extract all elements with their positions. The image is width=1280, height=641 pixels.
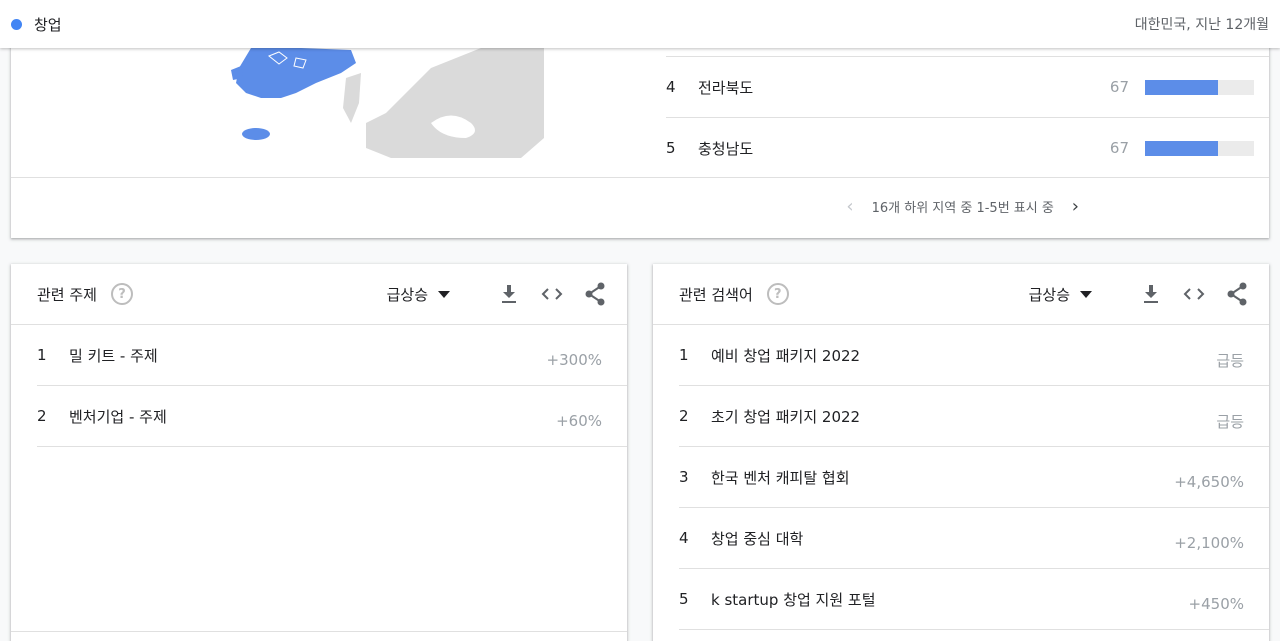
item-label: 한국 벤처 캐피탈 협회: [711, 468, 850, 487]
item-label: 벤처기업 - 주제: [69, 407, 167, 426]
item-metric: +2,100%: [1174, 534, 1244, 552]
panel-tools: 급상승: [1029, 282, 1249, 306]
panel-header: 관련 검색어 ? 급상승: [653, 264, 1269, 325]
pagination: ‹ 16개 하위 지역 중 1-5번 표시 중 ›: [846, 196, 1079, 217]
caret-down-icon[interactable]: [438, 290, 450, 298]
item-rank: 2: [679, 407, 689, 425]
region-rank: 4: [666, 78, 676, 96]
download-icon[interactable]: [497, 282, 521, 306]
share-icon[interactable]: [583, 282, 607, 306]
rising-selector[interactable]: 급상승: [1029, 284, 1070, 305]
pagination-label: 16개 하위 지역 중 1-5번 표시 중: [871, 201, 1054, 216]
region-bar: [1145, 140, 1254, 156]
term-color-dot: [11, 18, 22, 30]
item-label: 창업 중심 대학: [711, 529, 804, 548]
region-map[interactable]: [11, 28, 571, 178]
item-label: 예비 창업 패키지 2022: [711, 346, 861, 365]
divider: [11, 631, 627, 632]
item-metric: +4,650%: [1174, 473, 1244, 491]
panel-title: 관련 검색어: [679, 285, 753, 304]
embed-code-icon[interactable]: [540, 282, 564, 306]
help-icon[interactable]: ?: [766, 283, 789, 305]
list-item[interactable]: 5 k startup 창업 지원 포털 +450%: [679, 569, 1269, 630]
download-icon[interactable]: [1139, 282, 1163, 306]
region-breakdown-card: 4 전라북도 67 5 충청남도 67 ‹ 16개 하위 지역 중 1-5번 표…: [11, 28, 1269, 238]
item-metric: 급등: [1216, 412, 1244, 431]
search-term: 창업: [34, 15, 62, 34]
region-bar-fill: [1145, 79, 1219, 95]
region-rank: 5: [666, 139, 676, 157]
list-item[interactable]: 2 벤처기업 - 주제 +60%: [37, 386, 627, 447]
japan-shape: [366, 38, 544, 158]
list-item[interactable]: 3 한국 벤처 캐피탈 협회 +4,650%: [679, 447, 1269, 508]
list-item[interactable]: 2 초기 창업 패키지 2022 급등: [679, 386, 1269, 447]
divider: [11, 177, 1269, 178]
korea-south-region[interactable]: [236, 48, 356, 98]
region-name: 충청남도: [698, 139, 754, 158]
list-item[interactable]: 1 예비 창업 패키지 2022 급등: [679, 325, 1269, 386]
region-value: 67: [1109, 139, 1129, 157]
item-metric: +300%: [546, 351, 602, 369]
region-bar-fill: [1145, 140, 1219, 156]
item-label: 초기 창업 패키지 2022: [711, 407, 861, 426]
caret-down-icon[interactable]: [1080, 290, 1092, 298]
region-row[interactable]: 4 전라북도 67: [666, 56, 1269, 117]
item-rank: 1: [37, 346, 47, 364]
chevron-right-icon[interactable]: ›: [1072, 196, 1079, 217]
item-rank: 3: [679, 468, 689, 486]
region-bar: [1145, 79, 1254, 95]
item-metric: +60%: [556, 412, 602, 430]
item-label: 밀 키트 - 주제: [69, 346, 158, 365]
item-rank: 4: [679, 529, 689, 547]
panel-header: 관련 주제 ? 급상승: [11, 264, 627, 325]
region-row[interactable]: 5 충청남도 67: [666, 117, 1269, 178]
region-time-label[interactable]: 대한민국, 지난 12개월: [1135, 14, 1269, 34]
item-label: k startup 창업 지원 포털: [711, 590, 876, 609]
embed-code-icon[interactable]: [1182, 282, 1206, 306]
related-topics-card: 관련 주제 ? 급상승 1 밀 키트 - 주제 +300% 2 벤처기업 - 주…: [11, 264, 627, 641]
item-metric: +450%: [1188, 595, 1244, 613]
header-bar: 창업 대한민국, 지난 12개월: [0, 0, 1280, 48]
share-icon[interactable]: [1225, 282, 1249, 306]
item-rank: 5: [679, 590, 689, 608]
chevron-left-icon[interactable]: ‹: [846, 196, 853, 217]
help-icon[interactable]: ?: [110, 283, 133, 305]
tsushima-shape: [343, 73, 361, 123]
list-item[interactable]: 4 창업 중심 대학 +2,100%: [679, 508, 1269, 569]
item-rank: 1: [679, 346, 689, 364]
panel-title: 관련 주제: [37, 285, 97, 304]
island-region[interactable]: [231, 66, 243, 80]
related-queries-card: 관련 검색어 ? 급상승 1 예비 창업 패키지 2022 급등 2 초기 창업…: [653, 264, 1269, 641]
jeju-region[interactable]: [242, 128, 270, 140]
list-item[interactable]: 1 밀 키트 - 주제 +300%: [37, 325, 627, 386]
item-metric: 급등: [1216, 351, 1244, 370]
panel-tools: 급상승: [387, 282, 607, 306]
region-value: 67: [1109, 78, 1129, 96]
item-rank: 2: [37, 407, 47, 425]
rising-selector[interactable]: 급상승: [387, 284, 428, 305]
region-name: 전라북도: [698, 78, 754, 97]
